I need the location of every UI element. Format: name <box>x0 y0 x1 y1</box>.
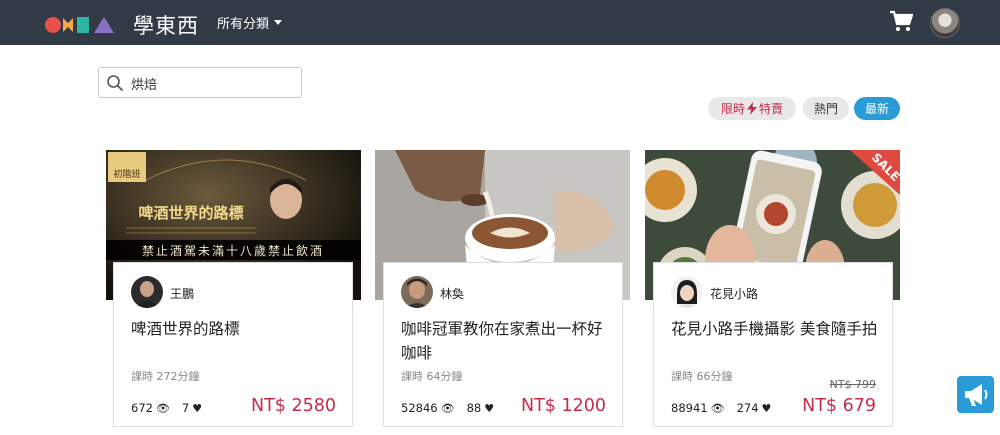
view-count: 52846 <box>401 401 438 415</box>
course-title[interactable]: 咖啡冠軍教你在家煮出一杯好咖啡 <box>401 317 611 365</box>
course-card[interactable]: 王鵬 啤酒世界的路標 課時 272分鐘 672 👁 7 ♥ NT$ 2580 <box>113 262 353 427</box>
course-duration: 課時 64分鐘 <box>401 370 463 383</box>
eye-icon: 👁 <box>155 401 170 415</box>
course-title[interactable]: 花見小路手機攝影 美食隨手拍 <box>671 317 881 341</box>
user-avatar[interactable] <box>930 8 960 38</box>
course-stats: 672 👁 7 ♥ <box>131 401 214 415</box>
course-price: NT$ 679 <box>802 396 876 416</box>
like-count: 274 <box>736 401 759 415</box>
author-avatar <box>671 276 703 308</box>
filter-flash-sale-label-left: 限時 <box>720 102 745 116</box>
course-card[interactable]: 花見小路 花見小路手機攝影 美食隨手拍 課時 66分鐘 88941 👁 274 … <box>653 262 893 427</box>
heart-icon: ♥ <box>484 401 495 415</box>
view-count: 88941 <box>671 401 708 415</box>
search-input[interactable] <box>131 74 291 92</box>
author-avatar <box>401 276 433 308</box>
category-dropdown[interactable]: 所有分類 <box>217 13 283 32</box>
course-duration: 課時 272分鐘 <box>131 370 200 383</box>
category-dropdown-label: 所有分類 <box>217 17 270 32</box>
course-duration: 課時 66分鐘 <box>671 370 733 383</box>
course-title[interactable]: 啤酒世界的路標 <box>131 317 341 341</box>
like-count: 7 <box>181 401 190 415</box>
filter-new[interactable]: 最新 <box>854 97 900 120</box>
filter-hot[interactable]: 熱門 <box>803 97 849 120</box>
cart-icon[interactable] <box>889 10 913 32</box>
original-price: NT$ 799 <box>829 378 876 391</box>
view-count: 672 <box>131 401 153 415</box>
heart-icon: ♥ <box>192 401 203 415</box>
like-count: 88 <box>466 401 482 415</box>
author-name[interactable]: 林奐 <box>440 285 464 302</box>
author-name[interactable]: 花見小路 <box>710 285 758 302</box>
search-box[interactable] <box>98 67 302 98</box>
course-price: NT$ 2580 <box>250 396 336 416</box>
thumb-badge: 初階班 <box>113 168 140 180</box>
caret-down-icon <box>274 20 283 25</box>
thumb-banner: 禁止酒駕未滿十八歲禁止飲酒 <box>142 243 324 258</box>
thumb-headline: 啤酒世界的路標 <box>138 204 243 222</box>
heart-icon: ♥ <box>761 401 772 415</box>
course-stats: 52846 👁 88 ♥ <box>401 401 506 415</box>
search-icon <box>107 75 124 92</box>
course-stats: 88941 👁 274 ♥ <box>671 401 783 415</box>
course-card[interactable]: 林奐 咖啡冠軍教你在家煮出一杯好咖啡 課時 64分鐘 52846 👁 88 ♥ … <box>383 262 623 427</box>
eye-icon: 👁 <box>440 401 455 415</box>
megaphone-icon <box>965 384 988 406</box>
brand-name[interactable]: 學東西 <box>133 10 199 40</box>
author-avatar <box>131 276 163 308</box>
filter-flash-sale[interactable]: 限時 特賣 <box>708 97 796 120</box>
lightning-icon <box>747 102 757 115</box>
site-logo[interactable] <box>44 14 126 36</box>
filter-flash-sale-label-right: 特賣 <box>759 102 784 116</box>
top-navbar: 學東西 所有分類 <box>0 0 1000 45</box>
course-price: NT$ 1200 <box>520 396 606 416</box>
author-name[interactable]: 王鵬 <box>170 285 194 302</box>
eye-icon: 👁 <box>710 401 725 415</box>
announcement-button[interactable] <box>957 376 994 413</box>
